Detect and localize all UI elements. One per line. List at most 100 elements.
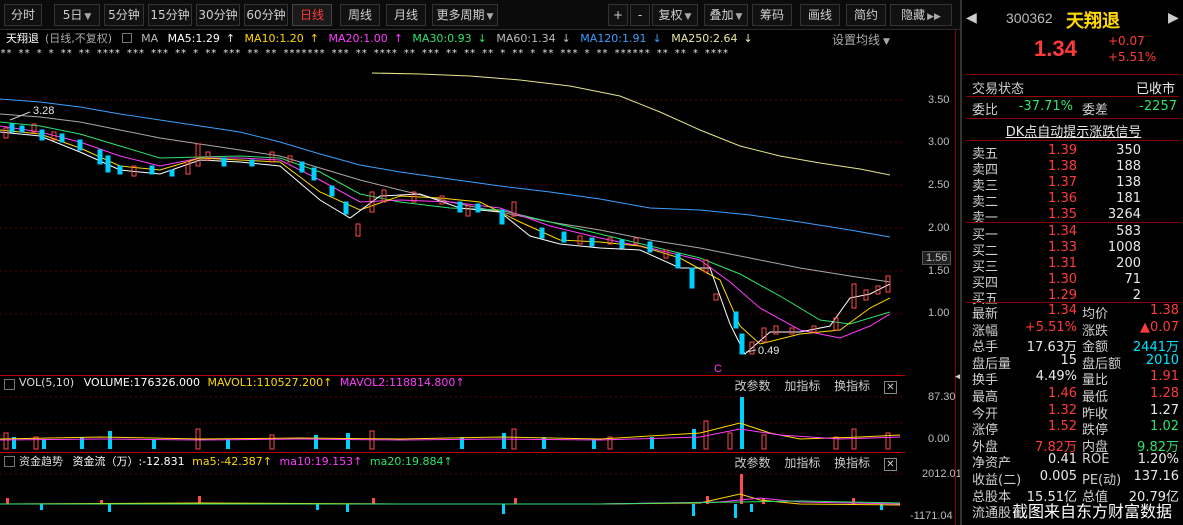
simple-button[interactable]: 简约 (846, 4, 886, 26)
period-tab-more[interactable]: 更多周期 ▼ (432, 4, 498, 26)
stat-row: 最新 1.34 均价 1.38 (962, 303, 1183, 322)
period-tab-5day[interactable]: 5日 ▼ (54, 4, 100, 26)
price-change: +0.07 (1108, 34, 1145, 48)
period-tab-15min[interactable]: 15分钟 (148, 4, 192, 26)
stat-label: 流通股 (972, 506, 1012, 522)
separator (955, 30, 956, 525)
chips-button[interactable]: 筹码 (752, 4, 792, 26)
ask-row[interactable]: 卖一 1.35 3264 (962, 207, 1183, 226)
weibi-row: 委比 -37.71% 委差 -2257 (962, 99, 1183, 118)
price-axis-250: 2.50 (928, 179, 950, 191)
bid-row[interactable]: 买四 1.30 71 (962, 272, 1183, 291)
stat-value: 2010 (1145, 352, 1179, 368)
stat-row: 收益(二) 0.005 PE(动) 137.16 (962, 469, 1183, 488)
period-tab-30min[interactable]: 30分钟 (196, 4, 240, 26)
stat-value: 1.02 (1150, 419, 1179, 435)
up-arrow-icon: ↑ (455, 376, 465, 389)
dk-signal-link[interactable]: DK点自动提示涨跌信号 (962, 121, 1183, 140)
bid-price: 1.31 (1048, 256, 1077, 271)
adjust-label: 复权 (658, 8, 683, 22)
bid-volume: 583 (1116, 224, 1141, 239)
zoom-out-button[interactable]: - (630, 4, 650, 26)
low-price-label: 0.49 (758, 345, 779, 357)
fund-ma20-value: ma20:19.884 (369, 455, 444, 468)
overlay-button[interactable]: 叠加 ▼ (704, 4, 748, 26)
volume-axis-top: 87.30 (928, 391, 956, 403)
fund-ma5-value: ma5:-42.387 (192, 455, 263, 468)
down-arrow-icon: ↓ (561, 32, 571, 45)
mavol1-value: MAVOL1:110527.200 (207, 376, 324, 389)
down-arrow-icon: ↓ (477, 32, 487, 45)
ma-label: MA (141, 32, 159, 45)
stat-row: 最高 1.46 最低 1.28 (962, 386, 1183, 405)
high-price-label: 3.28 (33, 105, 54, 117)
stat-value: 15 (1060, 352, 1077, 368)
adjust-button[interactable]: 复权 ▼ (652, 4, 698, 26)
signal-row: ** ** * * ** ** **** *** *** ** * ** ***… (0, 48, 729, 59)
c-marker: C (714, 363, 722, 374)
ask-row[interactable]: 卖四 1.38 188 (962, 159, 1183, 178)
period-tab-more-label: 更多周期 (436, 8, 485, 22)
volume-actions: 改参数 加指标 换指标 ✕ (724, 377, 897, 394)
bid-volume: 71 (1124, 272, 1141, 287)
ask-volume: 188 (1116, 159, 1141, 174)
ask-row[interactable]: 卖三 1.37 138 (962, 175, 1183, 194)
up-arrow-icon: ↑ (443, 455, 453, 468)
zoom-in-button[interactable]: + (608, 4, 628, 26)
draw-line-button[interactable]: 画线 (800, 4, 840, 26)
period-tab-monthly[interactable]: 月线 (386, 4, 426, 26)
ma5-value: MA5:1.29 (167, 32, 220, 45)
stat-value: ▲0.07 (1140, 319, 1179, 335)
change-params-button[interactable]: 改参数 (734, 379, 770, 393)
checkbox-icon[interactable] (4, 379, 15, 390)
set-ma-button[interactable]: 设置均线 ▼ (832, 31, 890, 48)
ask-volume: 181 (1116, 191, 1141, 206)
price-gridlines (0, 99, 905, 315)
candles (3, 123, 891, 355)
ask-price: 1.35 (1048, 207, 1077, 222)
bid-row[interactable]: 买一 1.34 583 (962, 224, 1183, 243)
ask-volume: 350 (1116, 143, 1141, 158)
watermark: 截图来自东方财富数据 (1012, 502, 1173, 521)
add-indicator-button[interactable]: 加指标 (784, 379, 820, 393)
bid-price: 1.30 (1048, 272, 1077, 287)
ask-row[interactable]: 卖二 1.36 181 (962, 191, 1183, 210)
forward-icon[interactable]: ▶ (1168, 10, 1179, 26)
switch-indicator-button[interactable]: 换指标 (834, 379, 870, 393)
stat-label: ROE (1082, 452, 1110, 468)
checkbox-icon[interactable] (121, 33, 132, 43)
volume-value: VOLUME:176326.000 (83, 376, 200, 389)
stat-row: 净资产 0.41 ROE 1.20% (962, 452, 1183, 471)
up-arrow-icon: ↑ (262, 455, 273, 468)
fund-axis-bottom: -1171.04 (910, 510, 953, 522)
fund-ma10-value: ma10:19.153 (279, 455, 354, 468)
stat-row: 涨停 1.52 跌停 1.02 (962, 419, 1183, 438)
last-price: 1.34 (1034, 36, 1077, 61)
stat-value: 0.005 (1039, 469, 1077, 484)
double-chevron-right-icon: ▶▶ (927, 12, 941, 22)
ma30-line (0, 121, 891, 325)
ask-price: 1.38 (1048, 159, 1077, 174)
period-tab-daily[interactable]: 日线 (292, 4, 332, 26)
stat-value: 1.34 (1048, 303, 1077, 318)
ask-row[interactable]: 卖五 1.39 350 (962, 143, 1183, 162)
ma120-value: MA120:1.91 (580, 32, 647, 45)
price-axis-200: 2.00 (928, 222, 950, 234)
back-icon[interactable]: ◀ (966, 10, 977, 26)
kline-chart[interactable]: 3.28 0.49 C (0, 62, 905, 374)
checkbox-icon[interactable] (4, 456, 15, 467)
add-indicator-button[interactable]: 加指标 (784, 456, 820, 470)
period-tab-fenshi[interactable]: 分时 (4, 4, 42, 26)
switch-indicator-button[interactable]: 换指标 (834, 456, 870, 470)
change-params-button[interactable]: 改参数 (734, 456, 770, 470)
ask-price: 1.37 (1048, 175, 1077, 190)
hide-button[interactable]: 隐藏 ▶▶ (890, 4, 952, 26)
period-tab-5min[interactable]: 5分钟 (104, 4, 144, 26)
fund-header: 资金趋势 资金流（万）:-12.831 ma5:-42.387↑ ma10:19… (0, 452, 905, 471)
period-tab-5day-label: 5日 (62, 8, 83, 22)
period-tab-weekly[interactable]: 周线 (340, 4, 380, 26)
bid-row[interactable]: 买二 1.33 1008 (962, 240, 1183, 259)
period-tab-60min[interactable]: 60分钟 (244, 4, 288, 26)
bid-row[interactable]: 买三 1.31 200 (962, 256, 1183, 275)
fund-flow-value: 资金流（万）:-12.831 (72, 455, 185, 468)
